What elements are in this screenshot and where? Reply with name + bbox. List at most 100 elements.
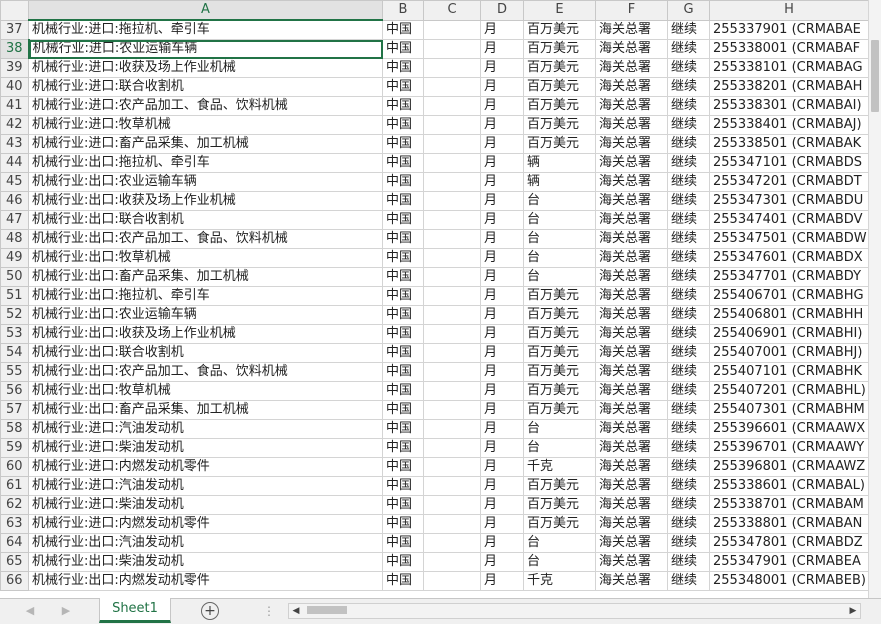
cell-a[interactable]: 机械行业:进口:汽油发动机	[28, 476, 383, 496]
cell-c[interactable]	[423, 400, 481, 420]
row-header[interactable]: 57	[0, 400, 29, 420]
cell-c[interactable]	[423, 248, 481, 268]
cell-g[interactable]: 继续	[667, 343, 710, 363]
column-header-e[interactable]: E	[523, 0, 596, 21]
cell-d[interactable]: 月	[480, 96, 524, 116]
row-header[interactable]: 43	[0, 134, 29, 154]
cell-h[interactable]: 255347501 (CRMABDW	[709, 229, 869, 249]
cell-f[interactable]: 海关总署	[595, 343, 668, 363]
cell-b[interactable]: 中国	[382, 343, 424, 363]
cell-a[interactable]: 机械行业:出口:畜产品采集、加工机械	[28, 400, 383, 420]
cell-g[interactable]: 继续	[667, 286, 710, 306]
cell-c[interactable]	[423, 96, 481, 116]
cell-c[interactable]	[423, 19, 481, 40]
cell-e[interactable]: 百万美元	[523, 514, 596, 534]
cell-a[interactable]: 机械行业:出口:牧草机械	[28, 248, 383, 268]
row-header[interactable]: 51	[0, 286, 29, 306]
cell-g[interactable]: 继续	[667, 324, 710, 344]
cell-h[interactable]: 255347201 (CRMABDT	[709, 172, 869, 192]
cell-e[interactable]: 百万美元	[523, 381, 596, 401]
cell-b[interactable]: 中国	[382, 286, 424, 306]
cell-b[interactable]: 中国	[382, 400, 424, 420]
cell-c[interactable]	[423, 115, 481, 135]
cell-a[interactable]: 机械行业:进口:农业运输车辆	[28, 39, 383, 59]
cell-d[interactable]: 月	[480, 115, 524, 135]
cell-e[interactable]: 百万美元	[523, 77, 596, 97]
cell-e[interactable]: 百万美元	[523, 343, 596, 363]
row-header[interactable]: 59	[0, 438, 29, 458]
cell-b[interactable]: 中国	[382, 153, 424, 173]
cell-a[interactable]: 机械行业:进口:拖拉机、牵引车	[28, 19, 383, 40]
cell-b[interactable]: 中国	[382, 77, 424, 97]
cell-g[interactable]: 继续	[667, 172, 710, 192]
cell-g[interactable]: 继续	[667, 19, 710, 40]
cell-b[interactable]: 中国	[382, 305, 424, 325]
cell-d[interactable]: 月	[480, 476, 524, 496]
cell-e[interactable]: 百万美元	[523, 19, 596, 40]
cell-h[interactable]: 255338701 (CRMABAM	[709, 495, 869, 515]
row-header[interactable]: 54	[0, 343, 29, 363]
cell-h[interactable]: 255338601 (CRMABAL)	[709, 476, 869, 496]
row-header[interactable]: 63	[0, 514, 29, 534]
cell-a[interactable]: 机械行业:出口:牧草机械	[28, 381, 383, 401]
cell-d[interactable]: 月	[480, 343, 524, 363]
row-header[interactable]: 55	[0, 362, 29, 382]
cell-d[interactable]: 月	[480, 248, 524, 268]
cell-c[interactable]	[423, 58, 481, 78]
cell-h[interactable]: 255347601 (CRMABDX	[709, 248, 869, 268]
cell-e[interactable]: 台	[523, 229, 596, 249]
cell-f[interactable]: 海关总署	[595, 96, 668, 116]
cell-a[interactable]: 机械行业:进口:柴油发动机	[28, 438, 383, 458]
cell-b[interactable]: 中国	[382, 457, 424, 477]
cell-d[interactable]: 月	[480, 438, 524, 458]
cell-a[interactable]: 机械行业:出口:农业运输车辆	[28, 172, 383, 192]
cell-c[interactable]	[423, 39, 481, 59]
cell-d[interactable]: 月	[480, 19, 524, 40]
cell-c[interactable]	[423, 210, 481, 230]
cell-g[interactable]: 继续	[667, 267, 710, 287]
cell-f[interactable]: 海关总署	[595, 248, 668, 268]
cell-c[interactable]	[423, 552, 481, 572]
cell-g[interactable]: 继续	[667, 438, 710, 458]
cell-f[interactable]: 海关总署	[595, 381, 668, 401]
column-header-f[interactable]: F	[595, 0, 668, 21]
cell-d[interactable]: 月	[480, 533, 524, 553]
cell-g[interactable]: 继续	[667, 476, 710, 496]
cell-a[interactable]: 机械行业:出口:畜产品采集、加工机械	[28, 267, 383, 287]
row-header[interactable]: 37	[0, 19, 29, 40]
cell-d[interactable]: 月	[480, 362, 524, 382]
chevron-right-icon[interactable]: ▶	[58, 603, 74, 619]
cell-c[interactable]	[423, 305, 481, 325]
cell-f[interactable]: 海关总署	[595, 134, 668, 154]
cell-d[interactable]: 月	[480, 571, 524, 591]
cell-f[interactable]: 海关总署	[595, 286, 668, 306]
cell-g[interactable]: 继续	[667, 134, 710, 154]
cell-d[interactable]: 月	[480, 134, 524, 154]
cell-e[interactable]: 百万美元	[523, 58, 596, 78]
cell-b[interactable]: 中国	[382, 438, 424, 458]
cell-h[interactable]: 255338101 (CRMABAG	[709, 58, 869, 78]
cell-h[interactable]: 255338001 (CRMABAF	[709, 39, 869, 59]
cell-b[interactable]: 中国	[382, 362, 424, 382]
cell-d[interactable]: 月	[480, 172, 524, 192]
row-header[interactable]: 61	[0, 476, 29, 496]
cell-h[interactable]: 255338201 (CRMABAH	[709, 77, 869, 97]
row-header[interactable]: 52	[0, 305, 29, 325]
cell-c[interactable]	[423, 514, 481, 534]
cell-h[interactable]: 255407101 (CRMABHK	[709, 362, 869, 382]
cell-f[interactable]: 海关总署	[595, 153, 668, 173]
row-header[interactable]: 47	[0, 210, 29, 230]
cell-a[interactable]: 机械行业:进口:收获及场上作业机械	[28, 58, 383, 78]
cell-b[interactable]: 中国	[382, 248, 424, 268]
cell-f[interactable]: 海关总署	[595, 115, 668, 135]
cell-e[interactable]: 百万美元	[523, 39, 596, 59]
cell-c[interactable]	[423, 476, 481, 496]
horizontal-scrollbar[interactable]: ◀ ▶	[288, 603, 861, 619]
cell-h[interactable]: 255407201 (CRMABHL)	[709, 381, 869, 401]
cell-c[interactable]	[423, 267, 481, 287]
cell-d[interactable]: 月	[480, 210, 524, 230]
cell-e[interactable]: 百万美元	[523, 305, 596, 325]
column-header-g[interactable]: G	[667, 0, 710, 21]
cell-b[interactable]: 中国	[382, 267, 424, 287]
cell-f[interactable]: 海关总署	[595, 362, 668, 382]
